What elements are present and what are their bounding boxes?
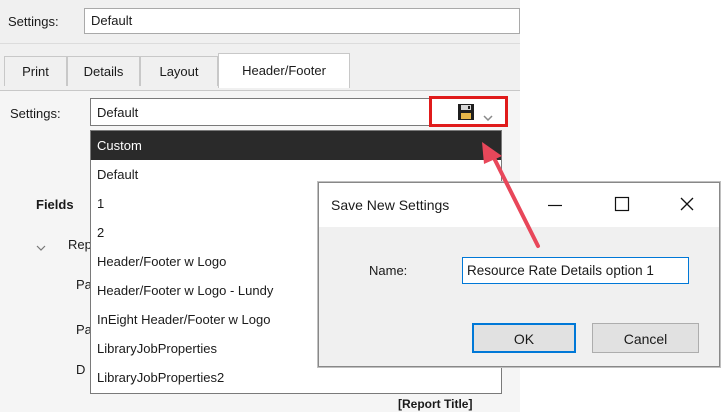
report-title-fragment: [Report Title] bbox=[398, 397, 473, 411]
panel-settings-label: Settings: bbox=[10, 106, 61, 121]
dialog-name-label: Name: bbox=[369, 263, 408, 278]
settings-label: Settings: bbox=[8, 14, 59, 29]
maximize-icon[interactable] bbox=[614, 196, 630, 215]
cancel-button[interactable]: Cancel bbox=[592, 323, 699, 353]
option-library-job-properties-2[interactable]: LibraryJobProperties2 bbox=[91, 363, 501, 392]
annotation-arrow bbox=[482, 142, 540, 248]
tree-item-d[interactable]: D bbox=[76, 362, 85, 377]
tab-header-footer[interactable]: Header/Footer bbox=[218, 53, 350, 88]
ok-button[interactable]: OK bbox=[472, 323, 576, 353]
tab-print[interactable]: Print bbox=[4, 56, 67, 86]
fields-label: Fields bbox=[36, 197, 74, 212]
tab-layout[interactable]: Layout bbox=[140, 56, 218, 86]
panel-settings-value: Default bbox=[97, 105, 139, 120]
save-highlight-box bbox=[429, 96, 508, 127]
dialog-name-input[interactable]: Resource Rate Details option 1 bbox=[462, 257, 689, 284]
tab-bar: Print Details Layout Header/Footer bbox=[0, 44, 520, 90]
tree-expand-icon[interactable] bbox=[36, 240, 46, 255]
close-icon[interactable] bbox=[679, 196, 695, 215]
top-settings-bar: Settings: Default bbox=[0, 0, 520, 44]
tab-details[interactable]: Details bbox=[67, 56, 140, 86]
dialog-title: Save New Settings bbox=[331, 197, 450, 213]
settings-select[interactable]: Default bbox=[84, 8, 520, 34]
option-custom[interactable]: Custom bbox=[91, 131, 501, 160]
